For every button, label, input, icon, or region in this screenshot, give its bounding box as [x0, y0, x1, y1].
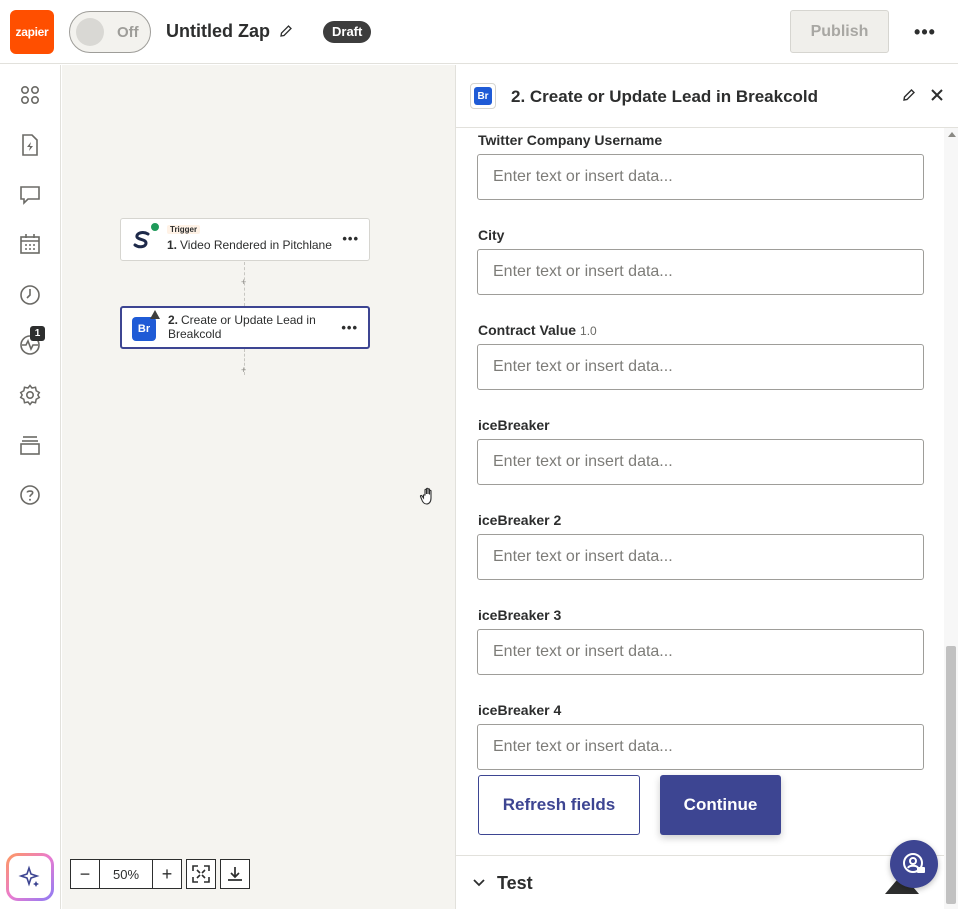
success-check-icon: [150, 222, 160, 232]
icebreaker-2-input[interactable]: [477, 534, 924, 580]
download-button[interactable]: [220, 859, 250, 889]
test-section-toggle[interactable]: Test: [456, 855, 944, 909]
field-label: Twitter Company Username: [478, 132, 663, 148]
zoom-in-button[interactable]: +: [152, 859, 182, 889]
pitchlane-app-icon: [130, 228, 154, 252]
chat-icon[interactable]: [18, 183, 42, 207]
city-input[interactable]: [477, 249, 924, 295]
edit-pencil-icon[interactable]: [902, 88, 916, 102]
icebreaker-3-input[interactable]: [477, 629, 924, 675]
field-label: iceBreaker 2: [478, 512, 562, 528]
test-section-label: Test: [497, 873, 533, 893]
fit-to-screen-button[interactable]: [186, 859, 216, 889]
app-icon-text: Br: [474, 87, 492, 105]
support-chat-button[interactable]: [890, 840, 938, 888]
step-number: 1.: [167, 238, 178, 252]
help-icon[interactable]: [18, 483, 42, 507]
breakcold-app-icon: Br: [132, 317, 156, 341]
zapier-logo[interactable]: zapier: [10, 10, 54, 54]
panel-header: Br 2. Create or Update Lead in Breakcold: [456, 65, 958, 128]
refresh-fields-button[interactable]: Refresh fields: [478, 775, 640, 835]
top-bar: zapier Off Untitled Zap Draft Publish ••…: [0, 0, 958, 64]
add-step-plus-icon[interactable]: +: [241, 365, 246, 375]
rename-pencil-icon[interactable]: [279, 24, 293, 38]
step-title: Video Rendered in Pitchlane: [180, 238, 332, 252]
field-version: 1.0: [580, 324, 597, 338]
field-label: iceBreaker 3: [478, 607, 562, 623]
icebreaker-4-input[interactable]: [477, 724, 924, 770]
step-node-trigger[interactable]: Trigger 1. Video Rendered in Pitchlane ••…: [120, 218, 370, 261]
field-label: iceBreaker: [478, 417, 550, 433]
activity-count-badge: 1: [30, 326, 45, 341]
zoom-out-button[interactable]: −: [70, 859, 100, 889]
apps-grid-icon[interactable]: [18, 83, 42, 107]
more-options-icon[interactable]: •••: [911, 21, 939, 43]
step-node-label: 1. Video Rendered in Pitchlane: [167, 238, 332, 252]
toggle-knob: [76, 18, 104, 46]
twitter-company-username-input[interactable]: [477, 154, 924, 200]
step-title: Create or Update Lead in Breakcold: [168, 313, 316, 341]
support-chat-icon: [903, 853, 925, 873]
field-label: iceBreaker 4: [478, 702, 562, 718]
ai-copilot-button[interactable]: [6, 853, 54, 901]
scrollbar-thumb[interactable]: [946, 646, 956, 904]
toggle-label: Off: [117, 24, 139, 41]
zap-file-icon[interactable]: [18, 133, 42, 157]
breakcold-app-icon: Br: [470, 83, 496, 109]
step-node-label: 2. Create or Update Lead in Breakcold: [168, 313, 343, 341]
field-label: Contract Value 1.0: [478, 322, 597, 338]
contract-value-input[interactable]: [477, 344, 924, 390]
hand-cursor-icon: [419, 487, 432, 505]
download-icon: [228, 867, 242, 881]
icebreaker-input[interactable]: [477, 439, 924, 485]
zap-title[interactable]: Untitled Zap: [166, 21, 270, 42]
panel-title: 2. Create or Update Lead in Breakcold: [511, 87, 819, 106]
calendar-icon[interactable]: [18, 232, 42, 256]
left-sidebar: 1: [0, 65, 61, 909]
scroll-up-arrow-icon[interactable]: [948, 132, 956, 137]
add-step-plus-icon[interactable]: +: [241, 277, 246, 287]
trigger-tag: Trigger: [167, 225, 201, 234]
zoom-controls: − 50% +: [70, 859, 250, 889]
publish-button[interactable]: Publish: [790, 10, 889, 53]
zap-on-off-toggle[interactable]: Off: [69, 11, 151, 53]
settings-icon[interactable]: [18, 383, 42, 407]
field-label: City: [478, 227, 505, 243]
continue-button[interactable]: Continue: [660, 775, 781, 835]
warning-icon: [150, 310, 160, 319]
panel-scrollbar[interactable]: [944, 128, 958, 909]
field-label-text: Contract Value: [478, 322, 577, 338]
versions-icon[interactable]: [18, 433, 42, 457]
step-editor-panel: Br 2. Create or Update Lead in Breakcold…: [455, 65, 958, 909]
sparkle-icon: [18, 865, 40, 887]
step-number: 2.: [168, 313, 179, 327]
history-icon[interactable]: [18, 283, 42, 307]
chevron-down-icon: [473, 879, 485, 887]
node-more-options-icon[interactable]: •••: [342, 231, 359, 246]
close-icon[interactable]: [929, 87, 945, 103]
draft-status-badge: Draft: [323, 21, 372, 43]
node-more-options-icon[interactable]: •••: [341, 320, 358, 335]
step-node-action[interactable]: Br 2. Create or Update Lead in Breakcold …: [120, 306, 370, 349]
zoom-level: 50%: [100, 859, 152, 889]
fit-screen-icon: [192, 865, 210, 883]
workflow-canvas[interactable]: Trigger 1. Video Rendered in Pitchlane ••…: [62, 65, 455, 909]
